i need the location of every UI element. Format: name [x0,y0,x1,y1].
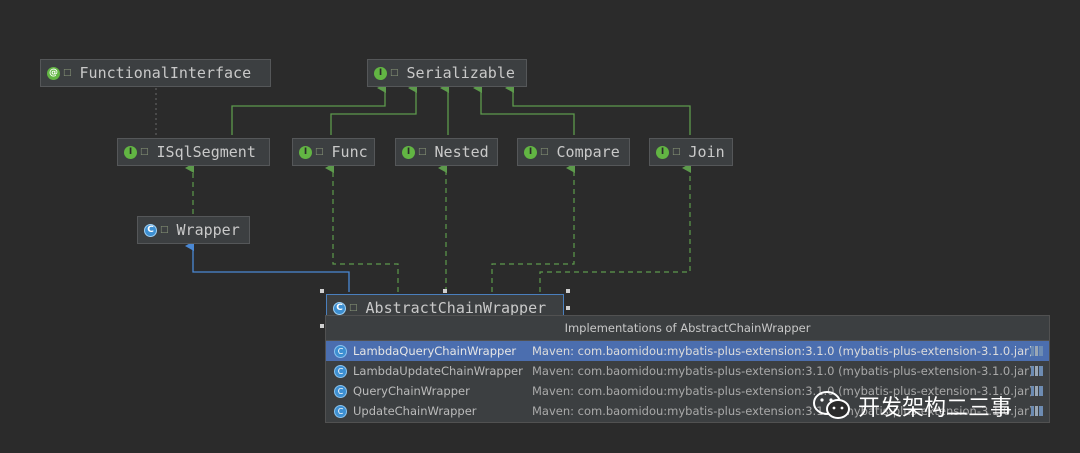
node-label: FunctionalInterface [79,64,252,82]
interface-icon: I [374,66,387,80]
node-label: Wrapper [176,221,240,239]
edge-abstract-join [539,163,691,292]
edge-abstract-compare [491,163,575,292]
library-jar-icon [1031,346,1043,356]
node-nested[interactable]: I □ Nested [395,138,498,166]
selection-handle[interactable] [320,324,324,328]
class-icon: C [334,364,347,378]
library-jar-icon [1031,406,1043,416]
library-jar-icon [1031,366,1043,376]
interface-icon: I [402,145,415,159]
lock-icon: □ [390,68,399,78]
edge-isqlsegment-serializable [231,83,386,135]
lock-icon: □ [672,147,681,157]
node-label: Serializable [406,64,515,82]
node-wrapper[interactable]: C □ Wrapper [137,216,250,244]
edge-func-serializable [330,83,417,135]
lock-icon: □ [160,225,169,235]
selection-handle[interactable] [443,289,447,293]
popup-title: Implementations of AbstractChainWrapper [326,316,1049,341]
lock-icon: □ [540,147,549,157]
interface-icon: I [524,145,537,159]
node-func[interactable]: I □ Func [292,138,375,166]
abstract-class-icon: C [333,301,346,315]
interface-icon: I [656,145,669,159]
implementation-location: Maven: com.baomidou:mybatis-plus-extensi… [532,364,1034,378]
edge-join-serializable [505,83,691,135]
watermark: 开发架构二三事 [812,386,1012,426]
node-compare[interactable]: I □ Compare [517,138,630,166]
edge-compare-serializable [473,83,575,135]
watermark-text: 开发架构二三事 [858,396,1013,421]
interface-icon: I [124,145,137,159]
selection-handle[interactable] [566,306,570,310]
implementation-row[interactable]: C LambdaUpdateChainWrapper Maven: com.bao… [326,361,1049,381]
node-functional-interface[interactable]: @ □ FunctionalInterface [40,59,271,87]
abstract-class-icon: C [144,223,157,237]
implementation-location: Maven: com.baomidou:mybatis-plus-extensi… [532,344,1034,358]
class-icon: C [334,404,347,418]
lock-icon: □ [140,147,149,157]
node-isqlsegment[interactable]: I □ ISqlSegment [117,138,270,166]
node-label: Compare [556,143,620,161]
node-serializable[interactable]: I □ Serializable [367,59,527,87]
implementation-name: LambdaQueryChainWrapper [353,344,517,358]
node-label: Func [331,143,368,161]
node-label: Nested [434,143,489,161]
node-label: Join [688,143,725,161]
interface-icon: I [299,145,312,159]
library-jar-icon [1031,386,1043,396]
lock-icon: □ [63,68,72,78]
class-icon: C [334,344,347,358]
lock-icon: □ [349,303,358,313]
edge-abstract-wrapper [185,241,350,292]
selection-handle[interactable] [320,289,324,293]
wechat-icon [813,391,850,419]
implementation-row[interactable]: C LambdaQueryChainWrapper Maven: com.baom… [326,341,1049,361]
selection-handle[interactable] [566,289,570,293]
implementation-name: QueryChainWrapper [353,384,470,398]
lock-icon: □ [418,147,427,157]
lock-icon: □ [315,147,324,157]
implementation-name: LambdaUpdateChainWrapper [353,364,523,378]
node-label: ISqlSegment [156,143,256,161]
node-join[interactable]: I □ Join [649,138,733,166]
annotation-icon: @ [47,66,60,80]
class-icon: C [334,384,347,398]
implementation-name: UpdateChainWrapper [353,404,477,418]
edge-abstract-func [325,163,399,292]
